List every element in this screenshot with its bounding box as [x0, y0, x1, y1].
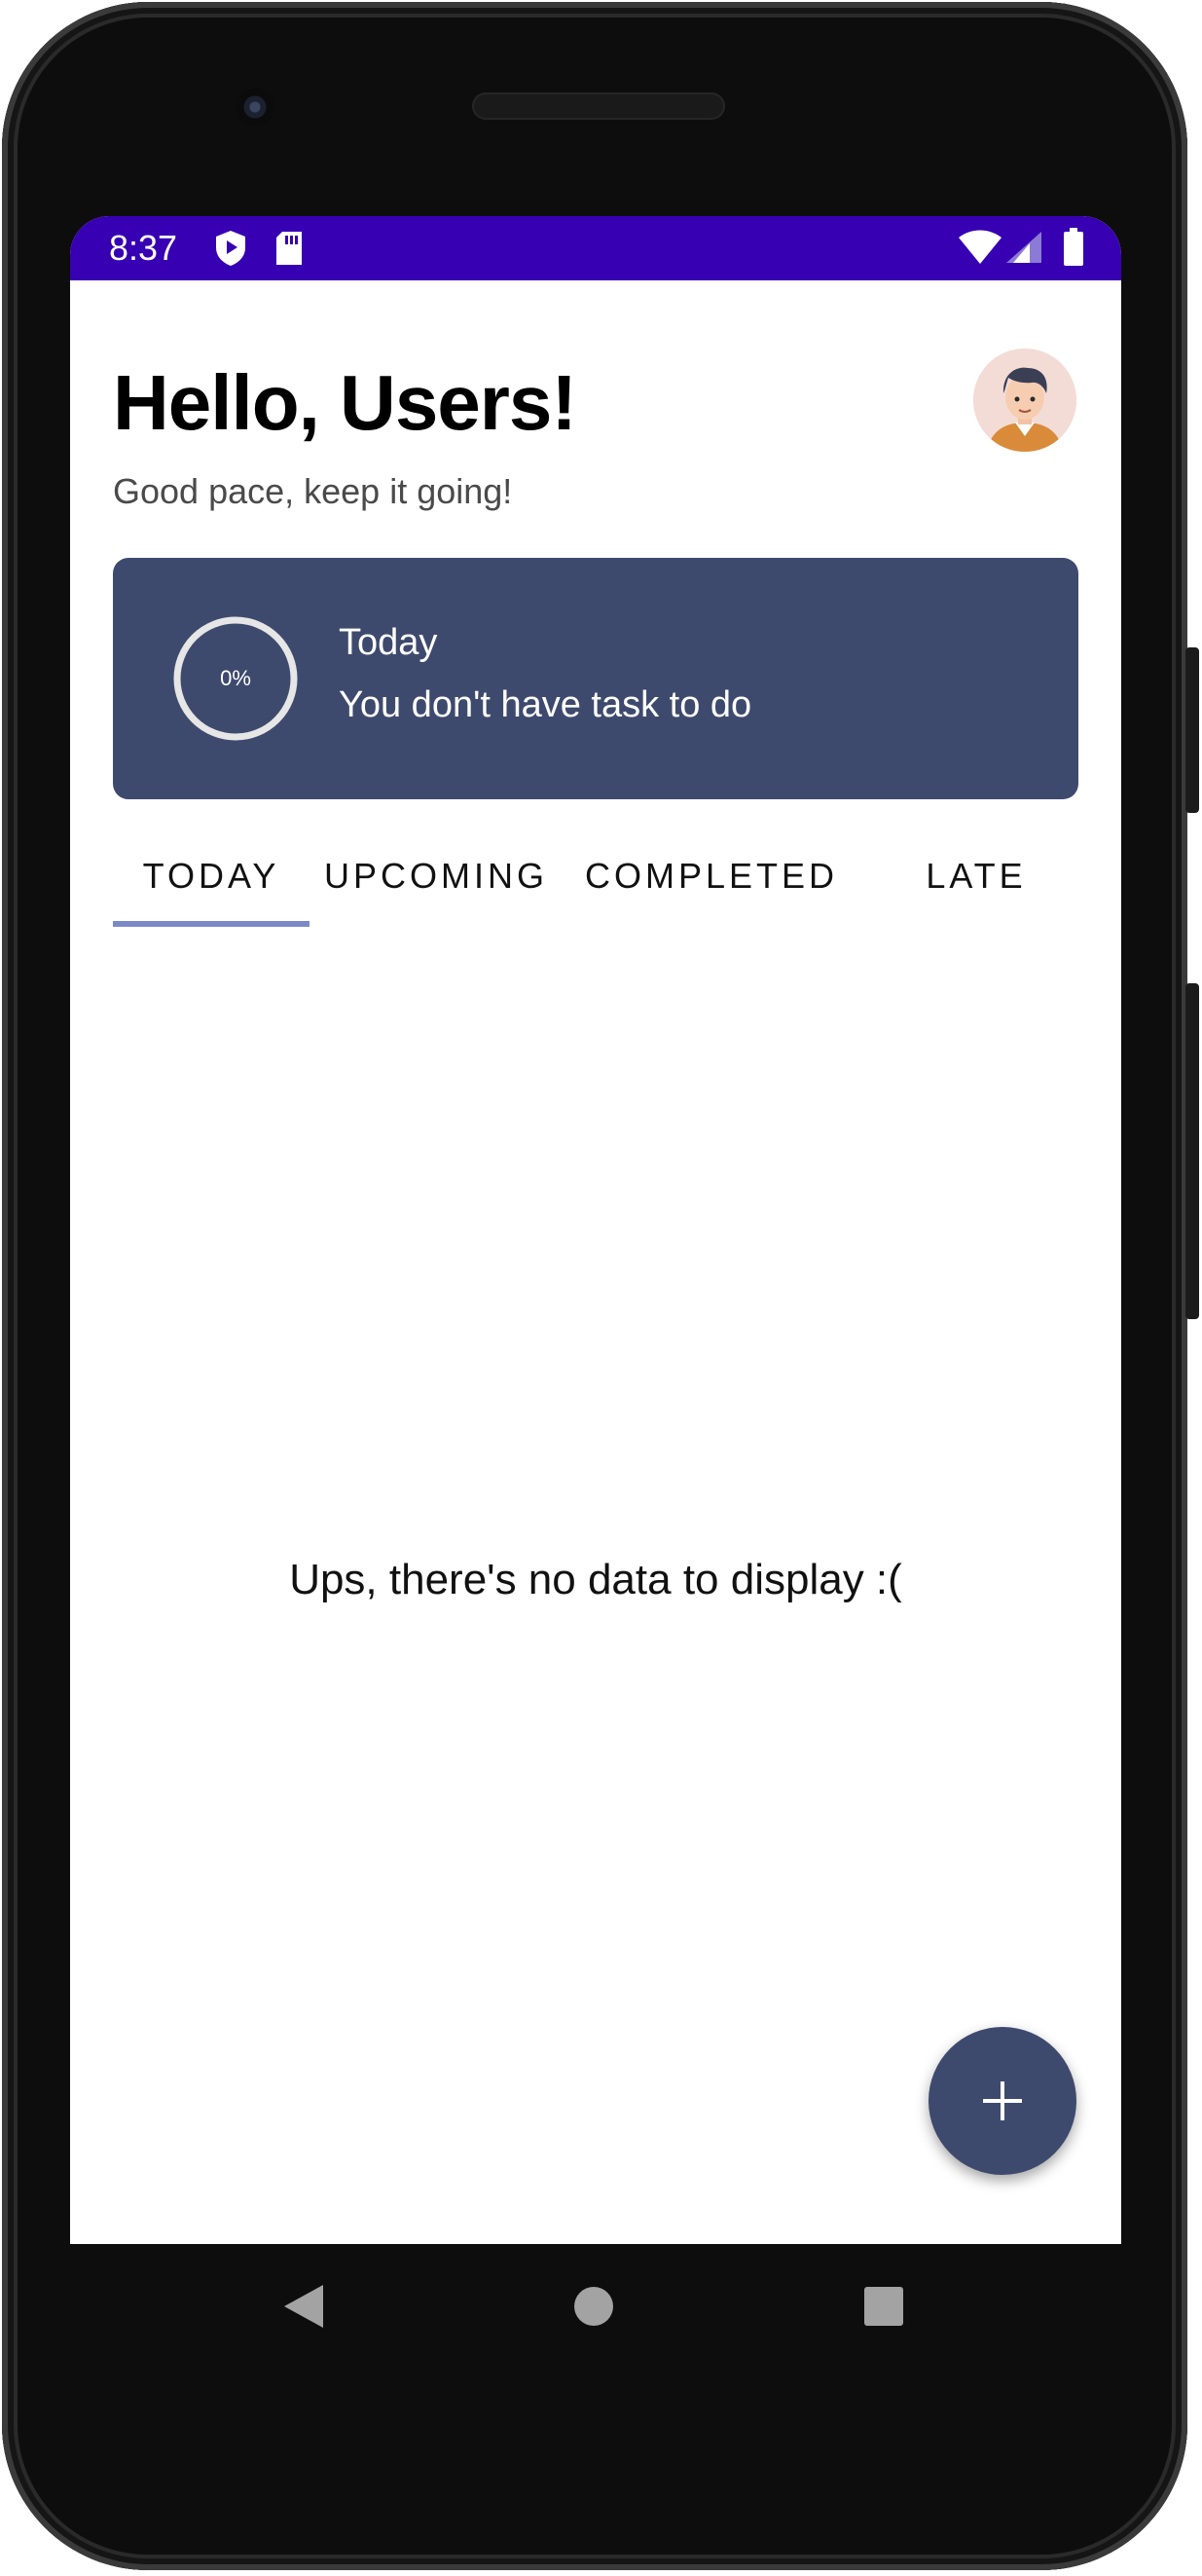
status-time: 8:37 [109, 228, 178, 268]
progress-title: Today [339, 622, 438, 663]
tab-indicator [113, 921, 310, 927]
back-icon[interactable] [282, 2283, 325, 2335]
power-button [1185, 647, 1199, 813]
avatar[interactable] [973, 349, 1076, 452]
earpiece-speaker [472, 92, 725, 120]
status-bar: 8:37 [70, 216, 1121, 280]
sd-card-icon [274, 230, 304, 272]
volume-button [1185, 983, 1199, 1319]
plus-icon [983, 2081, 1022, 2120]
home-icon[interactable] [572, 2283, 615, 2335]
tab-upcoming[interactable]: UPCOMING [310, 826, 563, 927]
tab-completed[interactable]: COMPLETED [563, 826, 860, 927]
recents-icon[interactable] [862, 2283, 905, 2335]
greeting-title: Hello, Users! [113, 359, 577, 446]
add-task-button[interactable] [929, 2027, 1076, 2175]
phone-frame: 8:37 Hello, Users! Good pace, keep it go… [2, 2, 1187, 2570]
progress-percent: 0% [220, 666, 251, 690]
progress-card: 0% Today You don't have task to do [113, 558, 1078, 799]
front-camera [236, 88, 274, 127]
main-content: Hello, Users! Good pace, keep it going! [70, 280, 1121, 2244]
tab-today[interactable]: TODAY [113, 826, 310, 927]
shield-play-icon [214, 230, 247, 272]
empty-state-message: Ups, there's no data to display :( [289, 1556, 902, 1603]
progress-message: You don't have task to do [339, 684, 752, 725]
greeting-subtitle: Good pace, keep it going! [113, 471, 513, 511]
task-tabs: TODAY UPCOMING COMPLETED LATE [113, 826, 1121, 933]
navigation-bar [70, 2244, 1121, 2380]
wifi-icon [958, 230, 1002, 270]
app-screen: 8:37 Hello, Users! Good pace, keep it go… [70, 216, 1121, 2244]
signal-icon [1004, 230, 1043, 270]
tab-late[interactable]: LATE [860, 826, 1092, 927]
battery-icon [1063, 228, 1084, 272]
